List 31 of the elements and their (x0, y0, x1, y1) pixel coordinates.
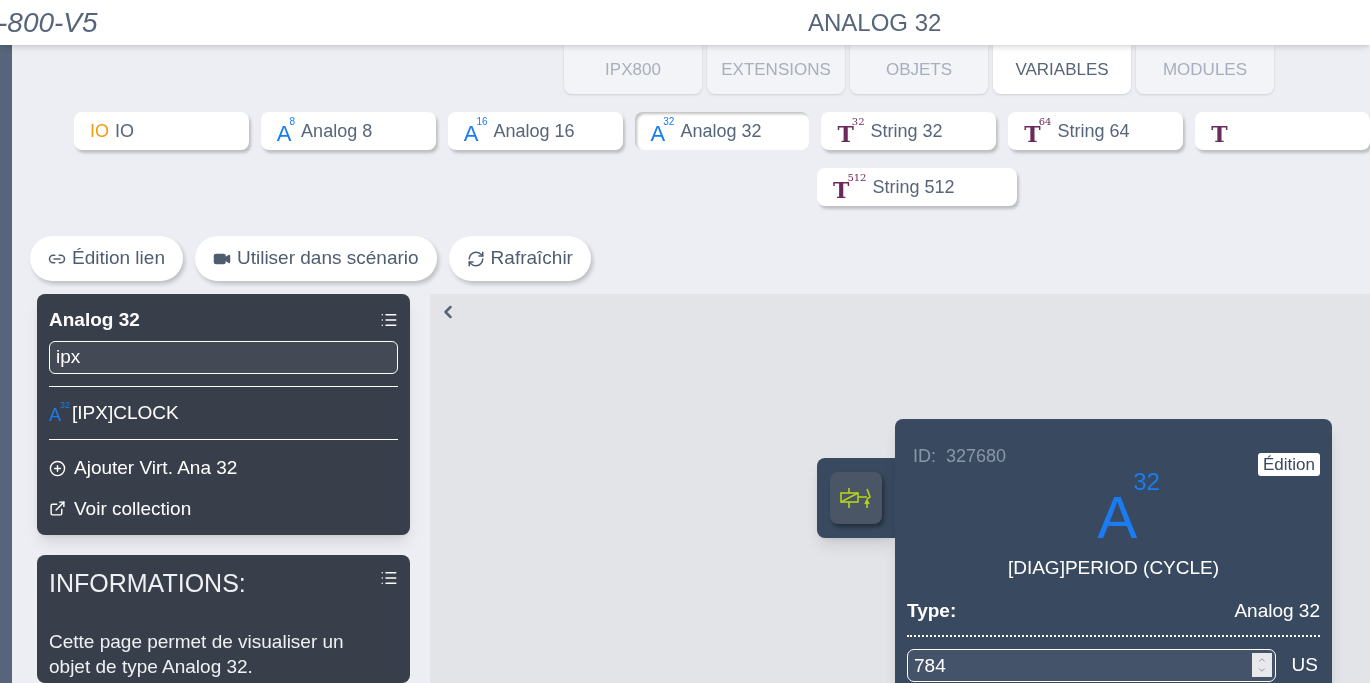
page-title: ANALOG 32 (808, 7, 942, 38)
relay-button[interactable] (830, 472, 882, 524)
action-button[interactable]: Utiliser dans scénario (194, 236, 437, 281)
panel-title: Analog 32 (49, 308, 140, 332)
list-icon[interactable] (380, 569, 398, 587)
action-button[interactable]: Édition lien (30, 236, 183, 281)
panel-link[interactable]: Voir collection (49, 494, 398, 523)
info-text: Cette page permet de visualiser un objet de type Analog 32. (49, 629, 345, 679)
category-chip[interactable]: T (1195, 112, 1370, 150)
id-label: ID: 327680 (913, 445, 1007, 468)
nav-tab[interactable]: VARIABLES (993, 45, 1131, 94)
type-value: Analog 32 (1234, 598, 1320, 623)
value-field[interactable]: 784 (907, 649, 1276, 682)
spinner-icon[interactable] (1251, 653, 1272, 677)
category-chip[interactable]: IO IO (74, 112, 249, 150)
edit-button[interactable]: Édition (1258, 453, 1320, 476)
external-link-icon (49, 500, 66, 518)
action-button[interactable]: Rafraîchir (448, 236, 591, 281)
refresh-icon (466, 249, 485, 268)
app-title: -800-V5 (0, 5, 98, 40)
plus-circle-icon (49, 459, 66, 477)
type-label: Type: (907, 598, 957, 623)
search-field[interactable]: ipx (49, 340, 398, 374)
io-icon: IO (90, 122, 109, 140)
variable-name: [DIAG]PERIOD (CYCLE) (1006, 556, 1221, 580)
info-title: INFORMATIONS: (49, 568, 246, 599)
unit-label: US (1291, 653, 1319, 678)
relay-icon (839, 486, 873, 510)
panel-link[interactable]: Ajouter Virt. Ana 32 (49, 454, 398, 483)
letter-t-icon: T (1211, 117, 1228, 145)
item-label: [IPX]CLOCK (72, 400, 179, 425)
